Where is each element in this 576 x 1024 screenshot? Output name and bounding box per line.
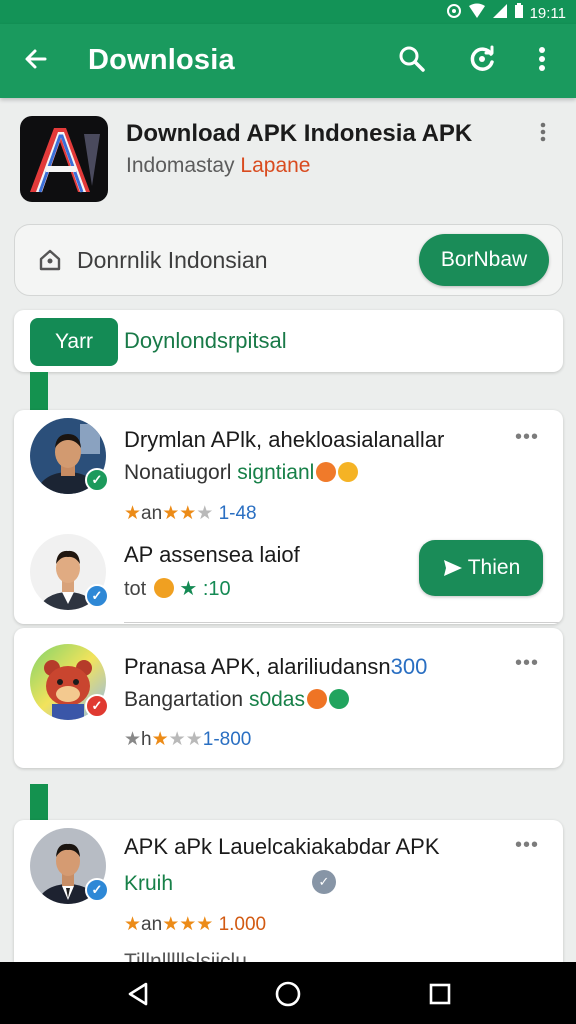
rating-count: :10 (202, 578, 231, 600)
item-title: AP assensea laiof (124, 542, 300, 567)
avatar: ✓ (30, 534, 109, 610)
emoji-icon (153, 578, 174, 598)
emoji-icon (306, 689, 327, 709)
tab-chip[interactable]: Yarr (30, 318, 118, 366)
star-icon: ★ (124, 503, 142, 524)
avatar: ✓ (30, 828, 109, 904)
item-title: Drymlan APlk, ahekloasialanallar (124, 427, 445, 452)
item-rating: ★an★★★ 1-48 (124, 502, 257, 525)
more-vert-icon[interactable] (524, 41, 560, 77)
item-rating: ★an★★★ 1.000 (124, 913, 266, 936)
star-icon: ★★ (168, 729, 203, 750)
search-text: Donrnlik Indonsian (77, 247, 268, 273)
item-subtitle-green: s0das (248, 688, 305, 711)
item-subtitle-green: Kruih (124, 872, 174, 895)
verified-badge-icon: ✓ (85, 694, 109, 718)
verified-badge-icon: ✓ (85, 584, 109, 608)
peek-text: Tillnlllllslsiiclu (124, 950, 247, 962)
search-button[interactable]: BorNbaw (419, 234, 549, 286)
verified-badge-icon: ✓ (85, 468, 109, 492)
search-icon[interactable] (394, 41, 430, 77)
tab-label[interactable]: Doynlondsrpitsal (124, 328, 287, 354)
star-icon: ★★ (162, 503, 197, 524)
rating-count: 1-800 (202, 729, 252, 750)
item-subtitle-text: Bangartation (124, 688, 244, 711)
home-icon (37, 247, 63, 278)
nav-back-icon[interactable] (118, 974, 158, 1014)
rating-text: tot (124, 578, 147, 600)
clock: 19:11 (529, 4, 566, 22)
emoji-icon (328, 689, 349, 709)
item-rating: tot ★ :10 (124, 576, 231, 601)
rating-text: an (141, 914, 163, 935)
item-subtitle: Kruih (124, 872, 173, 896)
status-bar: 19:11 (0, 0, 576, 24)
rating-count: 1-48 (218, 503, 257, 524)
tab-bar: Yarr Doynlondsrpitsal (14, 310, 563, 372)
app-logo (20, 116, 108, 202)
app-subtitle-accent: Lapane (240, 154, 311, 177)
nav-recents-icon[interactable] (420, 974, 460, 1014)
wifi-icon (468, 3, 486, 23)
avatar: ✓ (30, 418, 109, 494)
sync-icon[interactable] (464, 41, 500, 77)
emoji-icon (338, 462, 359, 482)
star-icon: ★ (124, 914, 142, 935)
star-icon: ★ (179, 578, 198, 600)
list-item[interactable]: ✓ Pranasa APK, alariliudansn300 Bangarta… (14, 628, 563, 768)
send-icon (443, 560, 462, 576)
nav-home-icon[interactable] (268, 974, 308, 1014)
list-card: ✓ APK aPk Lauelcakiakabdar APK Kruih ✓ ★… (14, 820, 563, 962)
rating-text: an (141, 503, 163, 524)
item-action-label: Thien (467, 556, 521, 579)
app-more-icon[interactable] (540, 122, 546, 147)
avatar: ✓ (30, 644, 109, 720)
divider (124, 622, 563, 623)
item-title: APK aPk Lauelcakiakabdar APK (124, 834, 440, 859)
item-title-number: 300 (390, 654, 428, 679)
section-marker (30, 784, 48, 820)
app-subtitle-main: Indomastay (126, 154, 235, 177)
page-title: Downlosia (88, 44, 235, 76)
star-icon: ★★★ (162, 914, 214, 935)
system-nav-bar (0, 962, 576, 1024)
app-header: Download APK Indonesia APK Indomastay La… (0, 98, 576, 218)
item-action-button[interactable]: Thien (419, 540, 543, 596)
verified-check-icon: ✓ (312, 870, 336, 894)
item-subtitle: Bangartation s0das (124, 688, 349, 712)
list-item[interactable]: ✓ Drymlan APlk, ahekloasialanallar Nonat… (14, 410, 563, 525)
list-item[interactable]: ✓ AP assensea laiof tot ★ :10 Thien (14, 528, 563, 624)
search-bar[interactable]: Donrnlik Indonsian BorNbaw (14, 224, 563, 296)
more-horiz-icon[interactable]: ••• (515, 426, 539, 449)
item-subtitle-text: Nonatiugorl (124, 461, 232, 484)
rating-count: 1.000 (218, 914, 267, 935)
list-item[interactable]: ✓ APK aPk Lauelcakiakabdar APK Kruih ✓ ★… (14, 820, 563, 962)
star-icon: ★ (151, 729, 169, 750)
more-horiz-icon[interactable]: ••• (515, 652, 539, 675)
more-horiz-icon[interactable]: ••• (515, 834, 539, 857)
star-icon: ★ (196, 503, 214, 524)
app-bar: Downlosia (0, 24, 576, 98)
vpn-icon (446, 3, 462, 23)
list-card: ✓ Drymlan APlk, ahekloasialanallar Nonat… (14, 410, 563, 624)
verified-badge-icon: ✓ (85, 878, 109, 902)
battery-icon (514, 3, 524, 23)
app-subtitle: Indomastay Lapane (126, 154, 310, 178)
signal-icon (492, 3, 508, 23)
item-rating: ★h★★★1-800 (124, 728, 251, 751)
back-arrow-icon[interactable] (18, 41, 54, 77)
item-title: Pranasa APK, alariliudansn300 (124, 654, 427, 680)
app-name: Download APK Indonesia APK (126, 120, 473, 147)
list-card: ✓ Pranasa APK, alariliudansn300 Bangarta… (14, 628, 563, 768)
section-marker (30, 372, 48, 410)
emoji-icon (316, 462, 337, 482)
item-subtitle: Nonatiugorl signtianl (124, 461, 359, 485)
rating-text: h (141, 729, 152, 750)
item-subtitle-green: signtianl (237, 461, 315, 484)
item-title-text: Pranasa APK, alariliudansn (124, 654, 391, 679)
star-icon: ★ (124, 729, 142, 750)
